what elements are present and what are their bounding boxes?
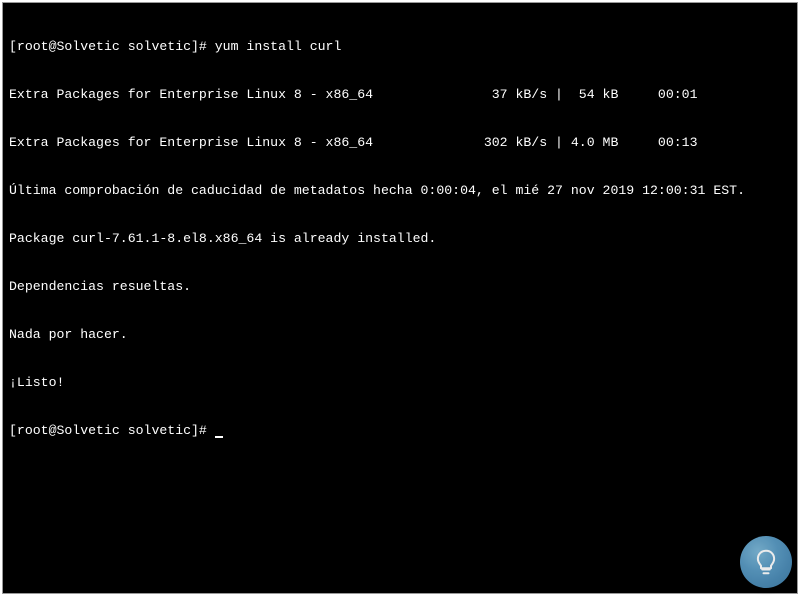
terminal-line: Nada por hacer. xyxy=(9,327,791,343)
terminal-line: [root@Solvetic solvetic]# yum install cu… xyxy=(9,39,791,55)
terminal-window[interactable]: [root@Solvetic solvetic]# yum install cu… xyxy=(2,2,798,594)
terminal-line: Última comprobación de caducidad de meta… xyxy=(9,183,791,199)
terminal-prompt: [root@Solvetic solvetic]# xyxy=(9,423,215,438)
lightbulb-icon xyxy=(751,547,781,577)
terminal-cursor xyxy=(215,436,223,438)
terminal-line: ¡Listo! xyxy=(9,375,791,391)
terminal-line: Package curl-7.61.1-8.el8.x86_64 is alre… xyxy=(9,231,791,247)
terminal-line: Dependencias resueltas. xyxy=(9,279,791,295)
terminal-line: Extra Packages for Enterprise Linux 8 - … xyxy=(9,87,791,103)
terminal-prompt-line[interactable]: [root@Solvetic solvetic]# xyxy=(9,423,791,439)
terminal-line: Extra Packages for Enterprise Linux 8 - … xyxy=(9,135,791,151)
watermark-badge xyxy=(740,536,792,588)
